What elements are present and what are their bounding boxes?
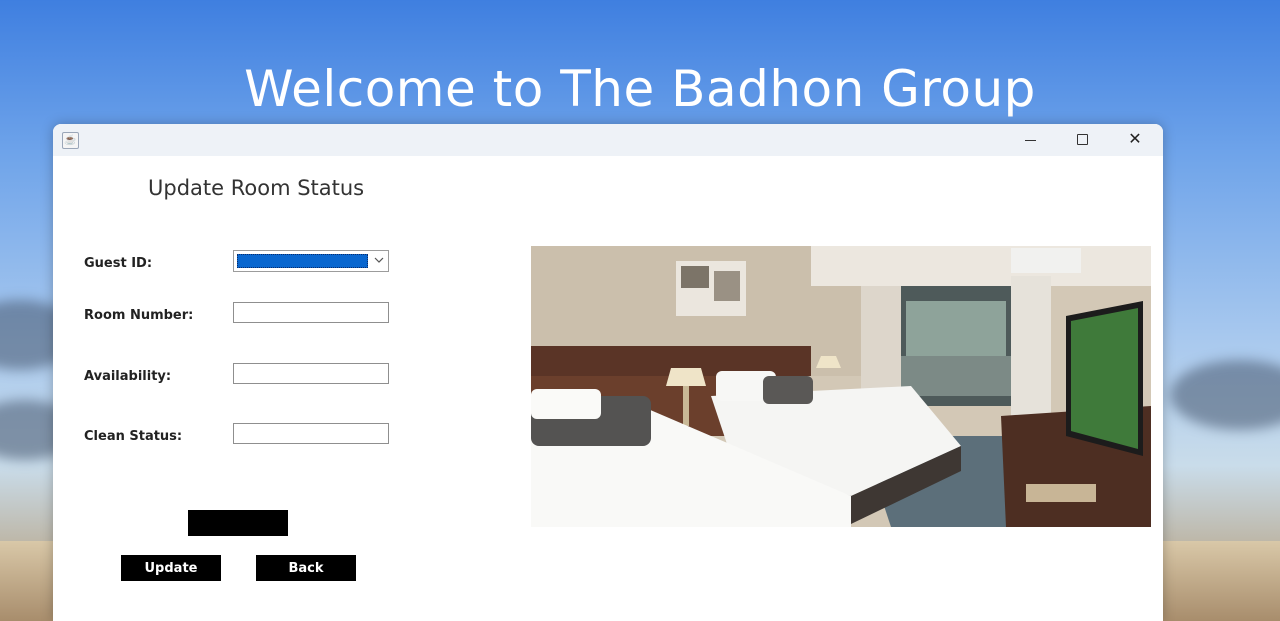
minimize-button[interactable] — [1005, 124, 1057, 156]
background-cloud — [1170, 360, 1280, 430]
welcome-heading: Welcome to The Badhon Group — [244, 60, 1036, 118]
update-button[interactable]: Update — [121, 555, 221, 581]
clean-status-field[interactable] — [233, 423, 389, 444]
clean-status-label: Clean Status: — [84, 429, 183, 444]
java-icon: ☕ — [62, 132, 79, 149]
background-skyline — [1160, 541, 1280, 621]
availability-label: Availability: — [84, 369, 172, 384]
availability-field[interactable] — [233, 363, 389, 384]
hotel-room-image — [531, 246, 1151, 527]
minimize-icon — [1025, 140, 1036, 141]
chevron-down-icon[interactable] — [374, 253, 384, 270]
status-message-box — [188, 510, 288, 536]
room-number-field[interactable] — [233, 302, 389, 323]
title-bar[interactable]: ☕ ✕ — [53, 124, 1163, 156]
page-title: Update Room Status — [148, 176, 365, 200]
update-room-window: ☕ ✕ Update Room Status Guest ID: Room Nu… — [53, 124, 1163, 621]
guest-id-select[interactable] — [233, 250, 389, 272]
guest-id-label: Guest ID: — [84, 256, 153, 271]
room-number-label: Room Number: — [84, 308, 194, 323]
close-button[interactable]: ✕ — [1109, 124, 1161, 156]
close-icon: ✕ — [1128, 131, 1142, 148]
maximize-button[interactable] — [1057, 124, 1109, 156]
guest-id-selected-value — [237, 254, 368, 268]
background-skyline — [0, 541, 60, 621]
back-button[interactable]: Back — [256, 555, 356, 581]
maximize-icon — [1077, 134, 1088, 145]
